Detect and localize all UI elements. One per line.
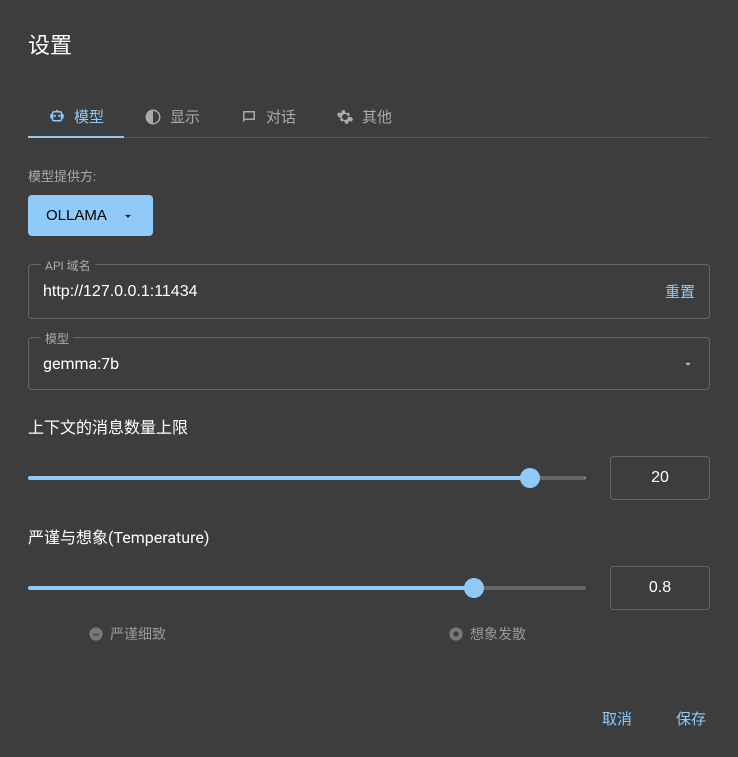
chat-icon: [240, 108, 258, 126]
gear-icon: [336, 108, 354, 126]
tab-label: 对话: [266, 106, 296, 127]
tab-chat[interactable]: 对话: [220, 96, 316, 137]
model-select-field[interactable]: 模型 gemma:7b: [28, 337, 710, 390]
temperature-low-label: 严谨细致: [88, 624, 166, 644]
tab-display[interactable]: 显示: [124, 96, 220, 137]
tab-label: 显示: [170, 106, 200, 127]
context-limit-section: 上下文的消息数量上限: [28, 414, 710, 500]
model-field-label: 模型: [41, 330, 73, 347]
strict-icon: [88, 626, 104, 642]
provider-dropdown[interactable]: OLLAMA: [28, 195, 153, 236]
cancel-button[interactable]: 取消: [598, 700, 636, 737]
temperature-section: 严谨与想象(Temperature) 严谨细致 想象发散: [28, 524, 710, 644]
tab-label: 其他: [362, 106, 392, 127]
tab-model[interactable]: 模型: [28, 96, 124, 137]
provider-value: OLLAMA: [46, 207, 107, 224]
settings-dialog: 设置 模型 显示 对话 其他 模型提供方: OLLAMA API 域名 重置 模…: [0, 0, 738, 684]
model-value: gemma:7b: [43, 354, 681, 373]
creative-icon: [448, 626, 464, 642]
tab-label: 模型: [74, 106, 104, 127]
temperature-value[interactable]: [610, 566, 710, 610]
dialog-title: 设置: [28, 28, 710, 60]
robot-icon: [48, 108, 66, 126]
tabs-bar: 模型 显示 对话 其他: [28, 96, 710, 138]
api-domain-label: API 域名: [41, 257, 95, 274]
context-limit-label: 上下文的消息数量上限: [28, 414, 710, 438]
tab-other[interactable]: 其他: [316, 96, 412, 137]
contrast-icon: [144, 108, 162, 126]
temperature-high-label: 想象发散: [448, 624, 526, 644]
context-limit-value[interactable]: [610, 456, 710, 500]
temperature-slider[interactable]: [28, 578, 586, 598]
reset-button[interactable]: 重置: [665, 281, 695, 302]
api-domain-field: API 域名 重置: [28, 264, 710, 319]
api-domain-input[interactable]: [43, 283, 665, 301]
save-button[interactable]: 保存: [672, 700, 710, 737]
dialog-actions: 取消 保存: [598, 700, 710, 737]
chevron-down-icon: [121, 209, 135, 223]
provider-label: 模型提供方:: [28, 166, 710, 185]
context-limit-slider[interactable]: [28, 468, 586, 488]
temperature-label: 严谨与想象(Temperature): [28, 524, 710, 548]
chevron-down-icon: [681, 357, 695, 371]
